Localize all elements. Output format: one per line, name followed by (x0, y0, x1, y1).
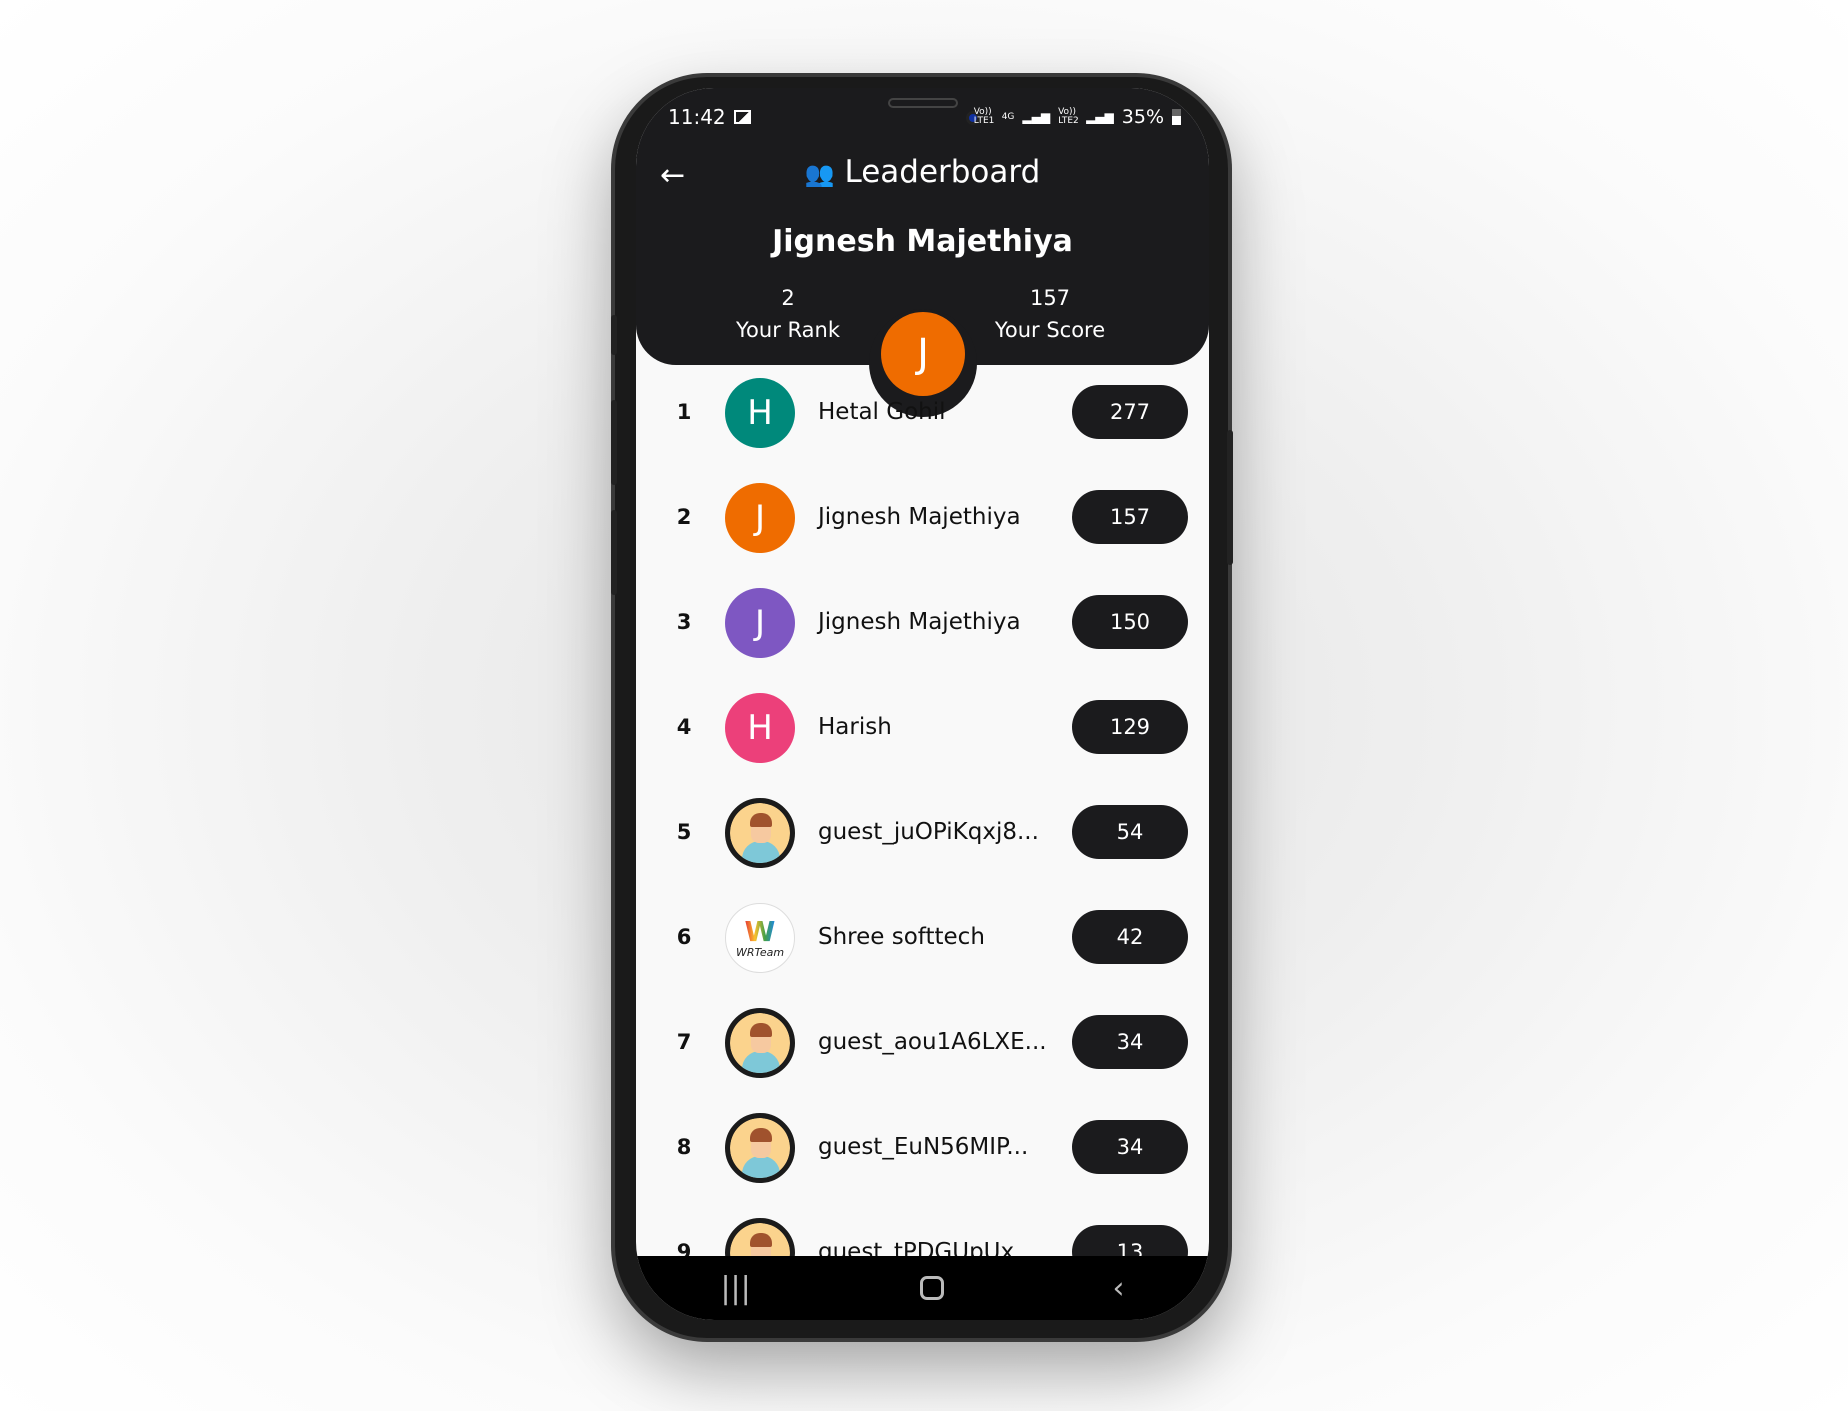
leaderboard-row[interactable]: 1 H Hetal Gohil 277 (636, 360, 1209, 465)
leaderboard-row[interactable]: 6 W WRTeam Shree softtech 42 (636, 885, 1209, 990)
leaderboard-row[interactable]: 4 H Harish 129 (636, 675, 1209, 780)
wrteam-logo-avatar: W WRTeam (725, 903, 795, 973)
network-sim1: Vo)) LTE1 (973, 107, 995, 126)
row-name: guest_EuN56MIP... (818, 1134, 1029, 1160)
row-rank: 4 (676, 715, 692, 739)
current-user-name: Jignesh Majethiya (772, 224, 1073, 259)
phone-volume-up (611, 400, 617, 485)
row-score: 277 (1072, 385, 1188, 439)
row-rank: 2 (676, 505, 692, 529)
row-rank: 1 (676, 400, 692, 424)
page-title-text: Leaderboard (844, 154, 1041, 190)
leaderboard-row[interactable]: 8 guest_EuN56MIP... 34 (636, 1095, 1209, 1200)
signal-icon: ▂▄▆ (1086, 110, 1114, 124)
row-score: 34 (1072, 1015, 1188, 1069)
your-rank: 2 Your Rank (688, 282, 888, 346)
status-time: 11:42 (668, 105, 726, 129)
home-icon[interactable] (919, 1276, 944, 1300)
rank-value: 2 (781, 286, 795, 310)
battery-percent: 35% (1121, 106, 1164, 128)
your-score: 157 Your Score (950, 282, 1150, 346)
recent-apps-icon[interactable]: ||| (720, 1271, 750, 1306)
row-score: 129 (1072, 700, 1188, 754)
row-score: 42 (1072, 910, 1188, 964)
network-sim2: Vo)) LTE2 (1058, 107, 1079, 126)
network-type: 4G (1001, 111, 1015, 122)
row-name: Harish (818, 714, 892, 740)
rank-label: Your Rank (736, 318, 840, 342)
leaderboard-row[interactable]: 3 J Jignesh Majethiya 150 (636, 570, 1209, 675)
page-title: 👥 Leaderboard (636, 154, 1209, 190)
battery-icon (1172, 109, 1181, 125)
row-name: Jignesh Majethiya (818, 504, 1021, 530)
leaderboard-row[interactable]: 5 guest_juOPiKqxj8... 54 (636, 780, 1209, 885)
row-name: Jignesh Majethiya (818, 609, 1021, 635)
signal-icon: ▂▄▆ (1022, 110, 1051, 124)
guest-avatar (725, 1008, 795, 1078)
letter-avatar: H (725, 693, 795, 763)
score-value: 157 (1029, 286, 1071, 310)
row-name: guest_juOPiKqxj8... (818, 819, 1039, 845)
letter-avatar: H (725, 378, 795, 448)
row-score: 157 (1072, 490, 1188, 544)
row-name: guest_aou1A6LXE... (818, 1029, 1047, 1055)
letter-avatar: J (725, 483, 795, 553)
row-rank: 7 (676, 1030, 692, 1054)
row-score: 34 (1072, 1120, 1188, 1174)
row-rank: 5 (676, 820, 692, 844)
leaderboard-row[interactable]: 2 J Jignesh Majethiya 157 (636, 465, 1209, 570)
row-score: 150 (1072, 595, 1188, 649)
leaderboard-icon: 👥 (804, 160, 835, 188)
phone-power-button (1227, 430, 1233, 565)
row-rank: 6 (676, 925, 692, 949)
row-rank: 3 (676, 610, 692, 634)
letter-avatar: J (725, 588, 795, 658)
row-rank: 8 (676, 1135, 692, 1159)
leaderboard-row[interactable]: 7 guest_aou1A6LXE... 34 (636, 990, 1209, 1095)
status-bar: 11:42 Vo)) LTE1 4G ▂▄▆ Vo)) LTE2 ▂▄▆ 35% (668, 102, 1181, 132)
gallery-icon (733, 110, 751, 124)
score-label: Your Score (994, 318, 1106, 342)
system-back-icon[interactable]: ‹ (1113, 1271, 1125, 1306)
row-score: 54 (1072, 805, 1188, 859)
guest-avatar (725, 798, 795, 868)
row-name: Hetal Gohil (818, 399, 946, 425)
guest-avatar (725, 1113, 795, 1183)
system-nav-bar: ||| ‹ (636, 1256, 1209, 1320)
phone-side-button (611, 315, 617, 355)
phone-volume-down (611, 510, 617, 595)
row-name: Shree softtech (818, 924, 985, 950)
app-screen: 11:42 Vo)) LTE1 4G ▂▄▆ Vo)) LTE2 ▂▄▆ 35%… (636, 88, 1209, 1320)
